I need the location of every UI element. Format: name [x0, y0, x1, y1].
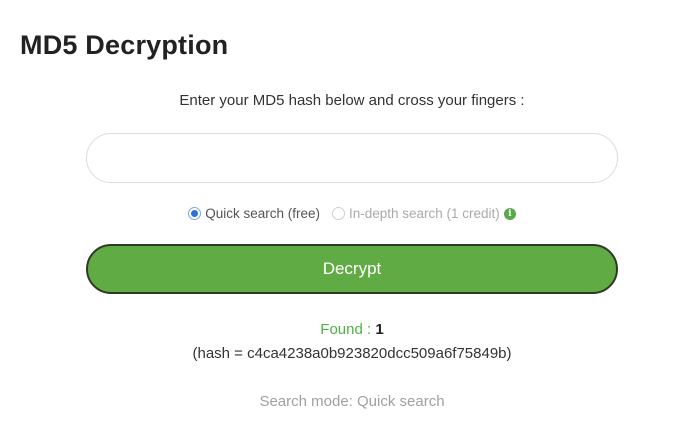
indepth-search-label: In-depth search (1 credit) [348, 206, 500, 221]
quick-search-radio[interactable] [188, 207, 202, 220]
found-label: Found : [320, 321, 372, 338]
md5-hash-input[interactable] [86, 133, 618, 183]
decrypt-button[interactable]: Decrypt [86, 244, 618, 294]
hash-text: (hash = c4ca4238a0b923820dcc509a6f75849b… [192, 345, 512, 362]
quick-search-option[interactable]: Quick search (free) [188, 206, 320, 221]
info-icon[interactable]: i [503, 207, 516, 220]
md5-decryption-page: MD5 Decryption Enter your MD5 hash below… [0, 0, 687, 434]
search-mode-options: Quick search (free) In-depth search (1 c… [0, 206, 687, 221]
page-title: MD5 Decryption [20, 30, 229, 60]
found-result: Found : 1 [0, 321, 687, 338]
quick-search-label: Quick search (free) [205, 206, 320, 221]
found-value: 1 [375, 321, 384, 338]
indepth-search-option: In-depth search (1 credit) i [331, 206, 516, 221]
indepth-search-radio [331, 207, 345, 220]
instruction-text: Enter your MD5 hash below and cross your… [179, 92, 525, 109]
search-mode-text: Search mode: Quick search [259, 393, 445, 410]
